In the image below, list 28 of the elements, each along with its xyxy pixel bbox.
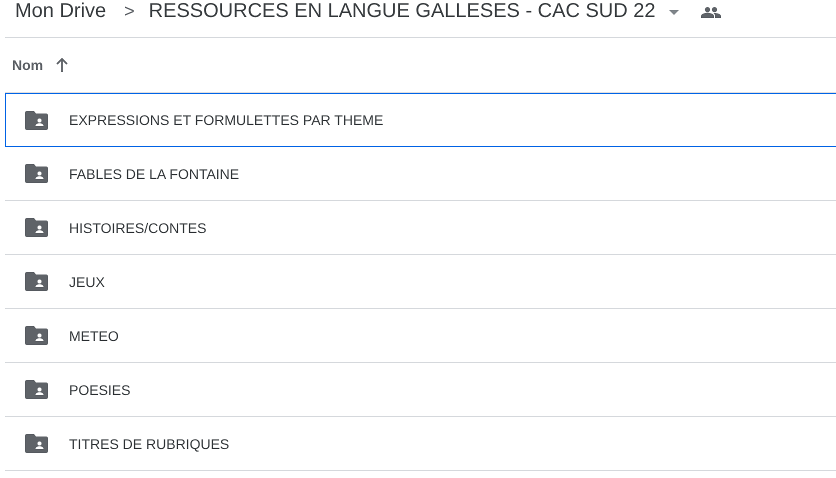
folder-row[interactable]: JEUX <box>5 255 836 309</box>
breadcrumb-link[interactable]: Mon Drive <box>15 0 106 23</box>
column-header[interactable]: Nom <box>12 57 44 73</box>
people-icon[interactable] <box>701 7 722 18</box>
folder-name: TITRES DE RUBRIQUES <box>69 436 230 452</box>
folder-row[interactable]: FABLES DE LA FONTAINE <box>5 147 836 201</box>
shared-folder-icon <box>25 218 48 237</box>
folder-row[interactable]: METEO <box>5 309 836 363</box>
folder-name: HISTOIRES/CONTES <box>69 220 206 236</box>
breadcrumb-separator: > <box>124 1 135 22</box>
folder-row[interactable]: HISTOIRES/CONTES <box>5 201 836 255</box>
shared-folder-icon <box>25 110 48 130</box>
folder-name: FABLES DE LA FONTAINE <box>69 166 240 182</box>
folder-name: EXPRESSIONS ET FORMULETTES PAR THEME <box>69 112 384 128</box>
shared-folder-icon <box>25 272 48 291</box>
folder-title[interactable]: RESSOURCES EN LANGUE GALLESES - CAC SUD 22 <box>148 0 656 23</box>
folder-row[interactable]: POESIES <box>5 363 836 417</box>
caret-icon[interactable] <box>669 10 680 15</box>
folder-name: POESIES <box>69 382 130 398</box>
folder-row[interactable]: TITRES DE RUBRIQUES <box>5 417 836 471</box>
shared-folder-icon <box>25 434 48 453</box>
shared-folder-icon <box>25 164 48 183</box>
folder-name: METEO <box>69 328 119 344</box>
sort-arrow-icon[interactable] <box>56 58 68 72</box>
shared-folder-icon <box>25 326 48 345</box>
folder-row[interactable]: EXPRESSIONS ET FORMULETTES PAR THEME <box>5 93 836 147</box>
folder-name: JEUX <box>69 274 105 290</box>
shared-folder-icon <box>25 380 48 399</box>
